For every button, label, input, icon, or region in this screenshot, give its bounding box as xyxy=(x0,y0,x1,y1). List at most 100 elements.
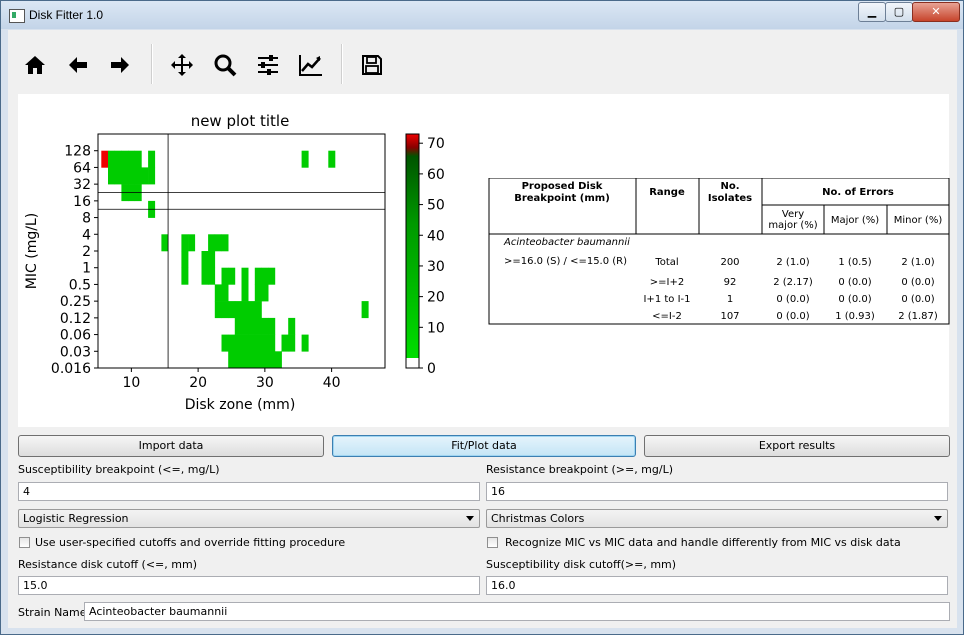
y-tick-label: 2 xyxy=(82,244,91,260)
colorbar-tick-label: 70 xyxy=(427,136,445,152)
table-header-minor: Minor (%) xyxy=(894,215,943,226)
susceptibility-breakpoint-label: Susceptibility breakpoint (<=, mg/L) xyxy=(18,463,220,476)
edit-axis-icon[interactable] xyxy=(296,50,326,80)
colorbar-tick-label: 10 xyxy=(427,320,445,336)
resistance-disk-cutoff-label: Resistance disk cutoff (<=, mm) xyxy=(18,558,197,571)
table-cell-minor: 2 (1.87) xyxy=(898,311,938,322)
table-cell-minor: 0 (0.0) xyxy=(901,277,934,288)
import-data-button[interactable]: Import data xyxy=(18,435,324,457)
colorbar-tick-label: 40 xyxy=(427,228,445,244)
table-header-breakpoint-2: Breakpoint (mm) xyxy=(514,193,610,204)
override-cutoffs-checkbox[interactable] xyxy=(19,537,30,548)
mic-vs-mic-label[interactable]: Recognize MIC vs MIC data and handle dif… xyxy=(505,536,901,549)
table-cell-isolates: 92 xyxy=(724,277,737,288)
heatmap-cell xyxy=(268,317,276,335)
heatmap-cell xyxy=(288,334,296,352)
table-cell-very_major: 0 (0.0) xyxy=(776,294,809,305)
heatmap-cell xyxy=(328,150,336,168)
mic-vs-mic-checkbox[interactable] xyxy=(487,537,498,548)
colorbar-tick-label: 20 xyxy=(427,290,445,306)
back-arrow-icon[interactable] xyxy=(63,50,93,80)
maximize-icon: ▢ xyxy=(893,5,905,18)
susceptibility-disk-cutoff-field[interactable]: 16.0 xyxy=(486,576,948,595)
heatmap-cell xyxy=(208,267,216,285)
heatmap-cell xyxy=(241,267,249,285)
figure-canvas[interactable]: new plot title 0.016 0.03 0.06 0.12 0.25 0.5 1… xyxy=(18,94,950,427)
heatmap-cell xyxy=(128,167,135,185)
heatmap-cell xyxy=(148,167,156,185)
heatmap-cell xyxy=(254,301,262,319)
table-header-breakpoint-1: Proposed Disk xyxy=(522,181,603,192)
table-cell-minor: 2 (1.0) xyxy=(901,257,934,268)
y-tick-label: 4 xyxy=(82,227,91,243)
table-header-isolates-2: Isolates xyxy=(708,193,752,204)
heatmap-cell xyxy=(274,351,282,369)
heatmap-cell xyxy=(248,301,256,319)
colorbar-tick-label: 50 xyxy=(427,198,445,214)
fitting-method-select[interactable]: Logistic Regression xyxy=(18,509,480,528)
heatmap-cell xyxy=(208,234,216,252)
heatmap-cell xyxy=(148,150,156,168)
heatmap-cell xyxy=(241,301,249,319)
heatmap-cell xyxy=(248,334,256,352)
override-cutoffs-label[interactable]: Use user-specified cutoffs and override … xyxy=(35,536,345,549)
maximize-button[interactable]: ▢ xyxy=(885,2,913,22)
heatmap-cell xyxy=(134,150,142,168)
y-tick-label: 32 xyxy=(73,177,91,193)
y-tick-label: 0.016 xyxy=(51,361,91,377)
table-cell-major: 1 (0.93) xyxy=(835,311,875,322)
colorbar-ticks: 0 10 20 30 40 50 60 70 xyxy=(419,136,445,377)
fit-plot-data-button[interactable]: Fit/Plot data xyxy=(332,435,636,457)
plot-toolbar xyxy=(8,30,957,94)
resistance-breakpoint-label: Resistance breakpoint (>=, mg/L) xyxy=(486,463,674,476)
export-results-button[interactable]: Export results xyxy=(644,435,950,457)
table-cell-isolates: 200 xyxy=(720,257,739,268)
toolbar-separator xyxy=(151,44,153,84)
x-tick-label: 20 xyxy=(189,375,207,391)
fitting-method-value: Logistic Regression xyxy=(23,512,129,525)
heatmap-cell xyxy=(261,334,269,352)
toolbar-separator xyxy=(341,44,343,84)
x-axis-ticks: 10 20 30 40 xyxy=(122,368,341,391)
heatmap-cell xyxy=(234,351,242,369)
table-header-very-major-1: Very xyxy=(782,209,804,220)
heatmap-cell xyxy=(248,317,256,335)
heatmap-cell xyxy=(254,351,262,369)
minimize-button[interactable]: ▁ xyxy=(858,2,886,22)
table-header-range: Range xyxy=(649,187,685,198)
plot-title: new plot title xyxy=(191,112,290,130)
heatmap-cell xyxy=(268,351,276,369)
susceptibility-breakpoint-field[interactable]: 4 xyxy=(18,482,480,501)
heatmap-cell xyxy=(181,234,189,252)
heatmap-cell xyxy=(228,267,236,285)
chevron-down-icon xyxy=(466,516,474,521)
heatmap-cell xyxy=(201,267,209,285)
table-cell-range: I+1 to I-1 xyxy=(643,294,690,305)
x-tick-label: 40 xyxy=(323,375,341,391)
heatmap-cell xyxy=(114,150,122,168)
table-cell-major: 1 (0.5) xyxy=(838,257,871,268)
close-button[interactable]: ✕ xyxy=(912,2,960,22)
resistance-disk-cutoff-field[interactable]: 15.0 xyxy=(18,576,480,595)
app-window: Disk Fitter 1.0 ▁ ▢ ✕ new plot title 0.0… xyxy=(0,0,964,635)
heatmap-cell xyxy=(234,334,242,352)
configure-subplots-icon[interactable] xyxy=(253,50,283,80)
home-icon[interactable] xyxy=(20,50,50,80)
table-cell-major: 0 (0.0) xyxy=(838,294,871,305)
y-tick-label: 64 xyxy=(73,160,91,176)
forward-arrow-icon[interactable] xyxy=(105,50,135,80)
table-cell-range: >=I+2 xyxy=(650,277,684,288)
heatmap-cell xyxy=(114,167,122,185)
heatmap-cell xyxy=(241,351,249,369)
strain-name-field[interactable]: Acinteobacter baumannii xyxy=(84,602,950,621)
heatmap-cell xyxy=(221,284,229,302)
title-bar[interactable]: Disk Fitter 1.0 ▁ ▢ ✕ xyxy=(1,1,963,29)
heatmap-cell xyxy=(241,284,249,302)
resistance-breakpoint-field[interactable]: 16 xyxy=(486,482,948,501)
y-tick-label: 0.06 xyxy=(60,328,91,344)
zoom-icon[interactable] xyxy=(210,50,240,80)
pan-icon[interactable] xyxy=(167,50,197,80)
heatmap-cell xyxy=(108,167,115,185)
save-icon[interactable] xyxy=(357,50,387,80)
colormap-select[interactable]: Christmas Colors xyxy=(486,509,948,528)
